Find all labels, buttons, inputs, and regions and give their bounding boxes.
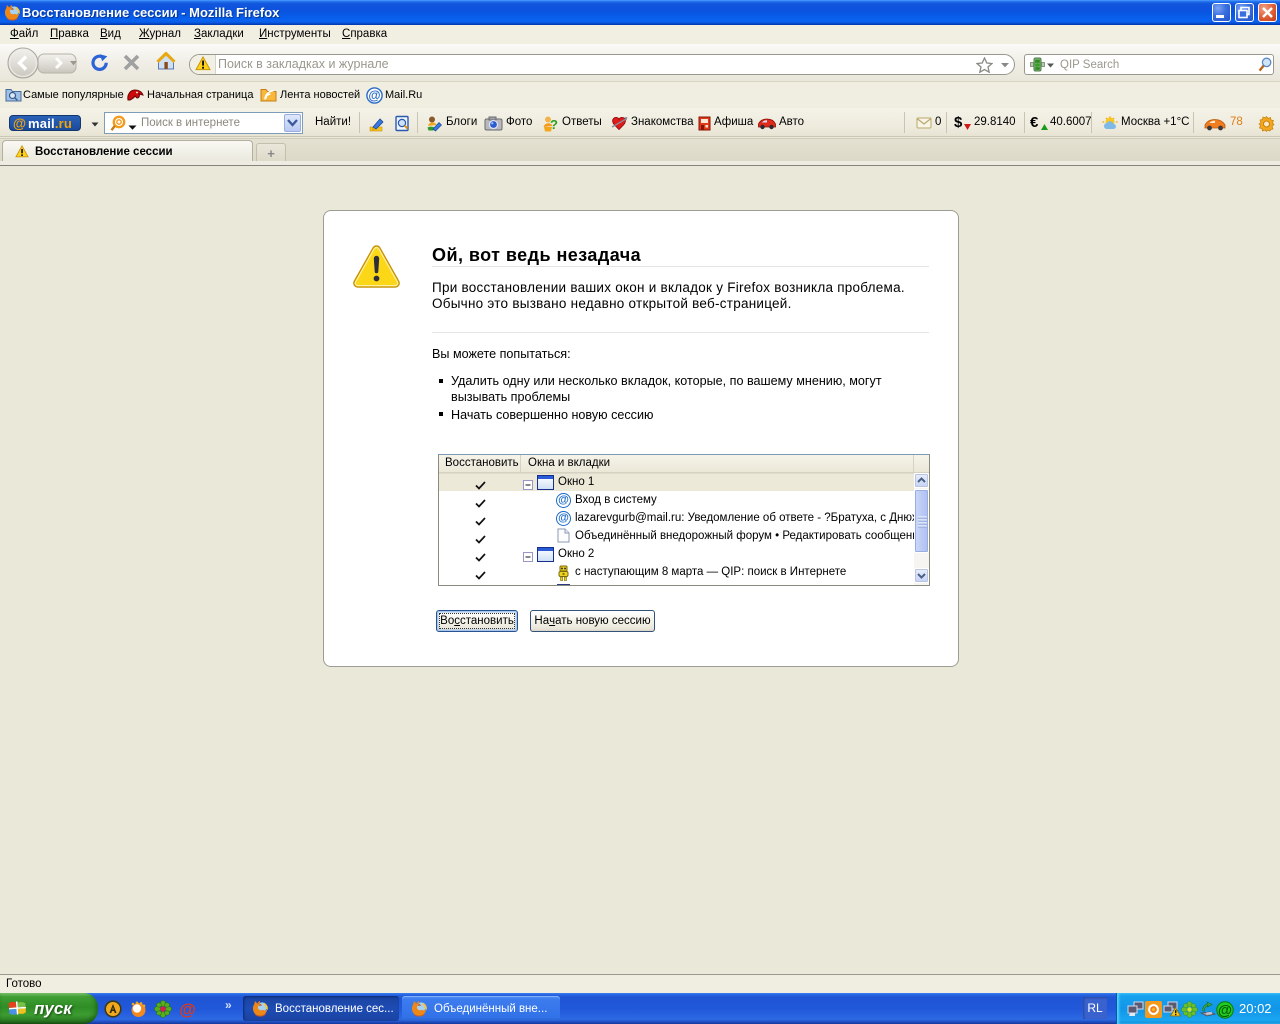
svg-text:@: @: [368, 89, 380, 103]
svg-text:@: @: [13, 116, 26, 131]
svg-text:@: @: [179, 1000, 196, 1019]
svg-text:?: ?: [550, 117, 558, 132]
svg-text:@: @: [1218, 1003, 1232, 1019]
